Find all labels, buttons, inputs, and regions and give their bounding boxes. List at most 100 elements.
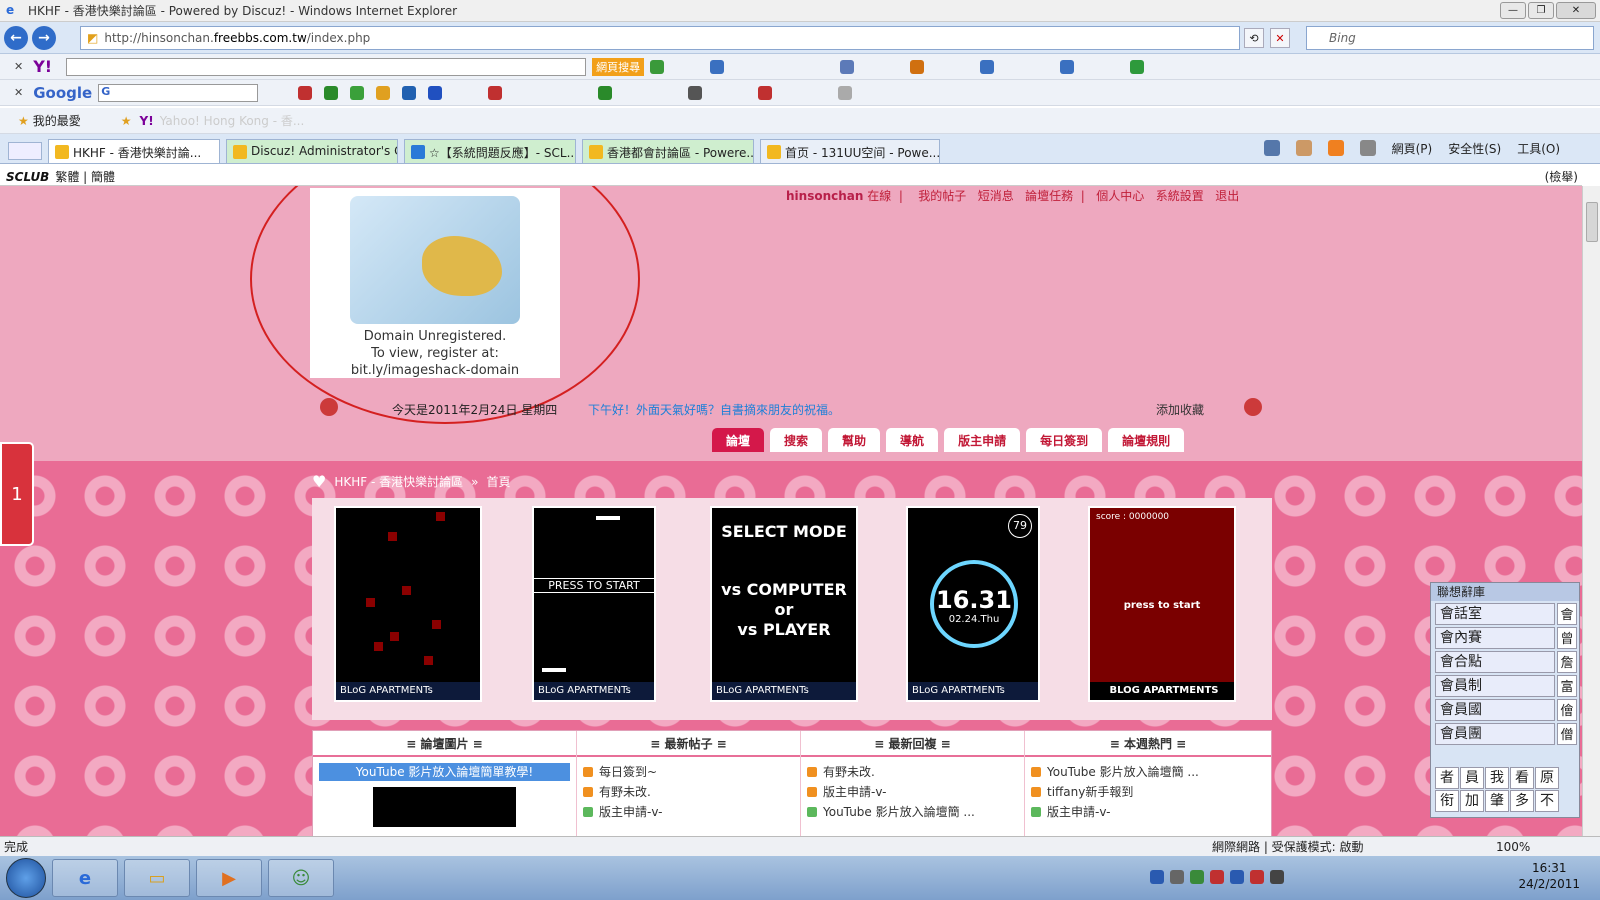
list-item[interactable]: 版主申請-v- bbox=[807, 783, 1018, 803]
browser-tab[interactable]: HKHF - 香港快樂討論... bbox=[48, 139, 220, 163]
quick-tabs-button[interactable] bbox=[8, 142, 42, 160]
translate-icon[interactable] bbox=[688, 85, 703, 100]
ime-candidate[interactable]: 會話室 bbox=[1435, 603, 1555, 625]
nav-link[interactable]: 我的帖子 bbox=[918, 189, 966, 203]
ime-key[interactable]: 看 bbox=[1510, 767, 1534, 789]
close-window-button[interactable]: ✕ bbox=[1556, 2, 1596, 19]
yahoo-search-input[interactable] bbox=[66, 57, 587, 76]
ime-key[interactable]: 原 bbox=[1535, 767, 1559, 789]
check-icon[interactable] bbox=[598, 85, 613, 100]
game-tile[interactable]: SELECT MODE vs COMPUTER or vs PLAYER BLo… bbox=[710, 506, 858, 702]
toolbar-icon[interactable] bbox=[758, 85, 773, 100]
close-toolbar-icon[interactable]: ✕ bbox=[14, 86, 23, 99]
toolbar-icon[interactable] bbox=[350, 85, 365, 100]
list-item[interactable]: 有野未改. bbox=[583, 783, 794, 803]
list-item[interactable]: 每日簽到~ bbox=[583, 763, 794, 783]
tray-icon[interactable] bbox=[1170, 870, 1184, 884]
ime-key[interactable]: 肇 bbox=[1485, 790, 1509, 812]
media-player-taskbar-icon[interactable]: ▶ bbox=[196, 859, 262, 897]
browser-tab[interactable]: Discuz! Administrator's C... bbox=[226, 139, 398, 163]
side-float-tab[interactable]: 1 bbox=[0, 442, 34, 546]
game-tile[interactable]: score : 0000000 press to start BLOG APAR… bbox=[1088, 506, 1236, 702]
browser-tab[interactable]: ☆【系統問題反應】- SCL... bbox=[404, 139, 576, 163]
ie-taskbar-icon[interactable]: e bbox=[52, 859, 118, 897]
tab-search[interactable]: 搜索 bbox=[770, 428, 823, 452]
ime-candidate[interactable]: 會內賽 bbox=[1435, 627, 1555, 649]
picture-banner[interactable]: YouTube 影片放入論壇簡單教學! bbox=[319, 763, 570, 781]
google-search-input[interactable]: G bbox=[98, 83, 259, 102]
simplified-link[interactable]: 簡體 bbox=[91, 168, 115, 185]
yahoo-search-button[interactable]: 網頁搜尋 bbox=[592, 57, 645, 76]
tab-navigation[interactable]: 導航 bbox=[886, 428, 939, 452]
game-tile[interactable]: PRESS TO START BLoG APARTMENTs bbox=[532, 506, 656, 702]
greeting-link[interactable]: 下午好！外面天氣好嗎？自書摘來朋友的祝福。 bbox=[588, 401, 840, 418]
nav-link[interactable]: 系統設置 bbox=[1156, 189, 1204, 203]
toolbar-icon[interactable] bbox=[1060, 59, 1075, 74]
minimize-button[interactable]: — bbox=[1500, 2, 1526, 19]
zoom-level[interactable]: 100% bbox=[1496, 840, 1530, 854]
nav-link[interactable]: 論壇任務 bbox=[1025, 189, 1073, 203]
security-zone[interactable]: 網際網路 | 受保護模式: 啟動 bbox=[1212, 838, 1364, 855]
toolbar-icon[interactable] bbox=[488, 85, 503, 100]
username-link[interactable]: hinsonchan bbox=[786, 189, 863, 203]
url-field[interactable]: ◩ http://hinsonchan. freebbs.com.tw/index… bbox=[80, 26, 1240, 50]
toolbar-icon[interactable] bbox=[402, 85, 417, 100]
ime-key[interactable]: 僧 bbox=[1557, 723, 1577, 745]
ime-key[interactable]: 富 bbox=[1557, 675, 1577, 697]
star-icon[interactable] bbox=[428, 85, 443, 100]
ime-key[interactable]: 員 bbox=[1460, 767, 1484, 789]
add-favorite-icon[interactable]: ★ bbox=[121, 114, 132, 128]
toolbar-icon[interactable] bbox=[710, 59, 725, 74]
scrollbar-thumb[interactable] bbox=[1586, 202, 1598, 242]
ime-key[interactable]: 儈 bbox=[1557, 699, 1577, 721]
tab-forum-rules[interactable]: 論壇規則 bbox=[1108, 428, 1185, 452]
ime-key[interactable]: 不 bbox=[1535, 790, 1559, 812]
rss-icon[interactable] bbox=[1327, 140, 1344, 156]
browser-tab[interactable]: 首页 - 131UU空间 - Powe... bbox=[760, 139, 940, 163]
tray-icon[interactable] bbox=[1190, 870, 1204, 884]
logout-link[interactable]: 退出 bbox=[1215, 189, 1239, 203]
forward-button[interactable]: → bbox=[32, 25, 56, 50]
page-scrollbar[interactable] bbox=[1582, 186, 1600, 836]
home-icon[interactable] bbox=[1263, 140, 1280, 156]
ime-candidate[interactable]: 會員團 bbox=[1435, 723, 1555, 745]
google-logo[interactable]: Google bbox=[33, 84, 92, 102]
tab-forum[interactable]: 論壇 bbox=[712, 428, 765, 452]
list-item[interactable]: 有野未改. bbox=[807, 763, 1018, 783]
list-item[interactable]: 版主申請-v- bbox=[1031, 803, 1265, 823]
sclub-logo[interactable]: SCLUB bbox=[6, 170, 49, 184]
tab-moderator-apply[interactable]: 版主申請 bbox=[944, 428, 1021, 452]
tools-menu[interactable]: 工具(O) bbox=[1517, 140, 1560, 157]
ime-key[interactable]: 詹 bbox=[1557, 651, 1577, 673]
nav-link[interactable]: 短消息 bbox=[978, 189, 1014, 203]
ime-key[interactable]: 會 bbox=[1557, 603, 1577, 625]
toolbar-icon[interactable] bbox=[298, 85, 313, 100]
list-item[interactable]: YouTube 影片放入論壇簡 ... bbox=[807, 803, 1018, 823]
tray-icon[interactable] bbox=[1230, 870, 1244, 884]
messenger-icon[interactable] bbox=[910, 59, 925, 74]
game-tile[interactable]: BLoG APARTMENTs bbox=[334, 506, 482, 702]
ime-key[interactable]: 衔 bbox=[1435, 790, 1459, 812]
search-input[interactable]: Bing bbox=[1306, 26, 1594, 50]
messenger-taskbar-icon[interactable]: ☺ bbox=[268, 859, 334, 897]
ime-candidate[interactable]: 會合點 bbox=[1435, 651, 1555, 673]
list-item[interactable]: YouTube 影片放入論壇簡 ... bbox=[1031, 763, 1265, 783]
restore-button[interactable]: ❐ bbox=[1528, 2, 1554, 19]
traditional-link[interactable]: 繁體 bbox=[55, 168, 79, 185]
print-icon[interactable] bbox=[1359, 140, 1376, 156]
game-tile[interactable]: 79 16.31 02.24.Thu BLoG APARTMENTs bbox=[906, 506, 1040, 702]
list-item[interactable]: 版主申請-v- bbox=[583, 803, 794, 823]
hand-icon[interactable] bbox=[1295, 140, 1312, 156]
yahoo-logo[interactable]: Y! bbox=[33, 57, 52, 76]
favorite-link[interactable]: Yahoo! Hong Kong - 香... bbox=[160, 112, 305, 129]
add-bookmark-link[interactable]: 添加收藏 bbox=[1156, 401, 1204, 418]
stop-icon[interactable]: ✕ bbox=[1270, 28, 1290, 48]
back-button[interactable]: ← bbox=[4, 25, 28, 50]
tab-daily-checkin[interactable]: 每日簽到 bbox=[1026, 428, 1103, 452]
report-link[interactable]: (檢舉) bbox=[1545, 168, 1578, 185]
ime-candidate[interactable]: 會員制 bbox=[1435, 675, 1555, 697]
tray-icon[interactable] bbox=[1250, 870, 1264, 884]
toolbar-icon[interactable] bbox=[838, 85, 853, 100]
mail-icon[interactable] bbox=[840, 59, 855, 74]
explorer-taskbar-icon[interactable]: ▭ bbox=[124, 859, 190, 897]
